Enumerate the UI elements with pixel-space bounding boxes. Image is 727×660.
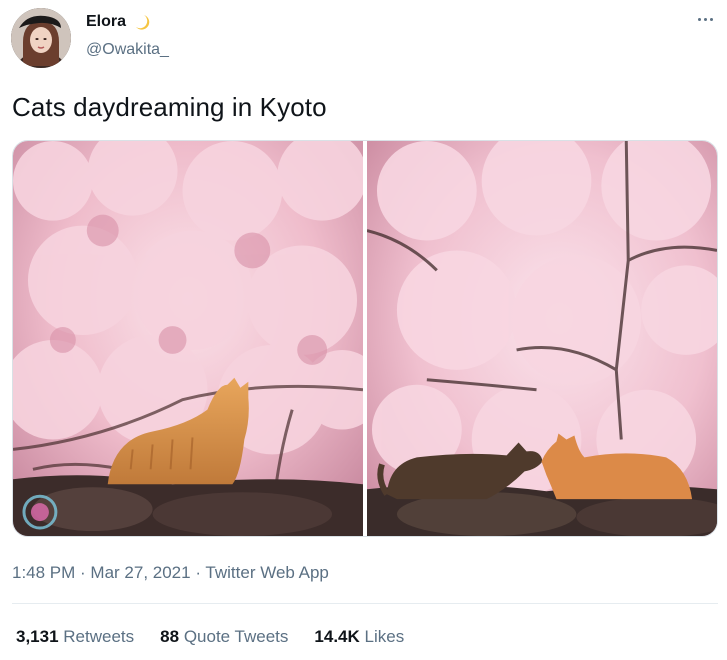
avatar[interactable] [11, 8, 71, 68]
meta-separator: · [75, 563, 91, 582]
avatar-image [11, 8, 71, 68]
divider [12, 603, 718, 604]
author-name[interactable]: Elora [86, 13, 151, 31]
tweet-metadata: 1:48 PM · Mar 27, 2021 · Twitter Web App [12, 563, 329, 583]
meta-separator-2: · [190, 563, 206, 582]
author-handle[interactable]: @Owakita_ [86, 41, 169, 59]
tweet-media [12, 140, 718, 537]
retweets-stat[interactable]: 3,131 Retweets [16, 627, 134, 647]
crescent-moon-icon [133, 13, 151, 31]
tweet-date[interactable]: Mar 27, 2021 [90, 563, 190, 582]
likes-label: Likes [364, 627, 405, 646]
quote-tweets-count: 88 [160, 627, 180, 646]
quote-tweets-label: Quote Tweets [183, 627, 289, 646]
photo-cat-cherry-blossoms-2[interactable] [367, 141, 717, 536]
retweets-count: 3,131 [16, 627, 59, 646]
tweet-header: Elora @Owakita_ [0, 0, 727, 80]
tweet-text: Cats daydreaming in Kyoto [12, 92, 327, 122]
more-options-icon[interactable] [693, 7, 717, 31]
tweet-source[interactable]: Twitter Web App [205, 563, 328, 582]
quote-tweets-stat[interactable]: 88 Quote Tweets [160, 627, 288, 647]
tweet-stats: 3,131 Retweets 88 Quote Tweets 14.4K Lik… [16, 627, 404, 647]
likes-count: 14.4K [314, 627, 360, 646]
retweets-label: Retweets [63, 627, 135, 646]
tweet-time[interactable]: 1:48 PM [12, 563, 75, 582]
author-name-text[interactable]: Elora [86, 13, 126, 31]
photo-cat-cherry-blossoms-1[interactable] [13, 141, 363, 536]
likes-stat[interactable]: 14.4K Likes [314, 627, 404, 647]
